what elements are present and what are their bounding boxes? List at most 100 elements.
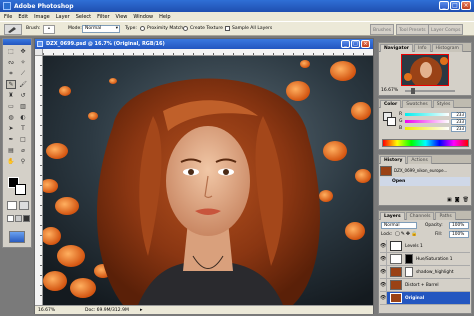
tab-history[interactable]: History [380,156,407,164]
color-background-swatch[interactable] [387,117,396,126]
vertical-ruler[interactable] [35,56,43,305]
zoom-level[interactable]: 16.67% [38,308,55,313]
blend-mode-select[interactable]: Normal [381,222,417,229]
mode-select[interactable]: Normal ▾ [82,25,120,33]
lasso-tool-icon[interactable]: ᔓ [6,58,16,67]
history-item-open[interactable]: Open [380,177,470,186]
gradient-tool-icon[interactable]: ▥ [18,102,28,111]
screen-mode-standard-icon[interactable] [7,215,14,222]
tab-swatches[interactable]: Swatches [402,100,432,108]
minimize-button[interactable]: _ [439,1,449,10]
menu-window[interactable]: Window [133,14,153,20]
status-menu-arrow-icon[interactable]: ▸ [140,306,143,315]
crop-tool-icon[interactable]: ⌗ [6,69,16,78]
fill-field[interactable]: 100% [449,231,469,238]
maximize-button[interactable]: □ [450,1,460,10]
zoom-tool-icon[interactable]: ⚲ [18,157,28,166]
opacity-field[interactable]: 100% [449,222,469,229]
screen-mode-full-menu-icon[interactable] [15,215,22,222]
tab-histogram[interactable]: Histogram [431,44,463,52]
eyedropper-tool-icon[interactable]: ⌀ [18,146,28,155]
menu-file[interactable]: File [4,14,12,20]
visibility-eye-icon[interactable]: 👁 [380,253,387,265]
tab-paths[interactable]: Paths [435,212,456,220]
green-value[interactable]: 233 [451,118,466,125]
red-value[interactable]: 233 [451,111,466,118]
history-snapshot-row[interactable]: DZX_0699_nikon_europe... [380,165,470,176]
move-tool-icon[interactable]: ✥ [18,47,28,56]
new-document-icon[interactable]: ▣ [447,197,452,205]
menu-filter[interactable]: Filter [97,14,109,20]
magic-wand-tool-icon[interactable]: ✧ [18,58,28,67]
jump-to-imageready-icon[interactable] [9,231,25,243]
green-slider[interactable] [405,120,449,123]
navigator-zoom[interactable]: 16.67% [381,88,398,93]
menu-image[interactable]: Image [34,14,50,20]
slice-tool-icon[interactable]: ⟋ [18,69,28,78]
layer-row[interactable]: 👁 shadow_highlight [380,266,470,279]
visibility-eye-icon[interactable]: 👁 [380,266,387,278]
well-tab-layer-comps[interactable]: Layer Comps [428,24,464,35]
visibility-eye-icon[interactable]: 👁 [380,240,387,252]
notes-tool-icon[interactable]: ▤ [6,146,16,155]
path-selection-tool-icon[interactable]: ➤ [6,124,16,133]
standard-mode-icon[interactable] [7,201,17,210]
quick-mask-mode-icon[interactable] [19,201,29,210]
navigator-preview[interactable] [401,54,449,86]
tab-layers[interactable]: Layers [380,212,405,220]
healing-brush-tool-icon[interactable]: ✎ [6,80,16,89]
tab-navigator[interactable]: Navigator [380,44,413,52]
menu-layer[interactable]: Layer [56,14,70,20]
visibility-eye-icon[interactable]: 👁 [380,292,387,304]
ruler-origin[interactable] [35,49,43,56]
close-button[interactable]: × [461,1,471,10]
tab-color[interactable]: Color [380,100,402,108]
shape-tool-icon[interactable]: □ [18,135,28,144]
well-tab-brushes[interactable]: Brushes [370,24,395,35]
menu-help[interactable]: Help [159,14,170,20]
blue-value[interactable]: 233 [451,125,466,132]
well-tab-tool-presets[interactable]: Tool Presets [396,24,429,35]
hand-tool-icon[interactable]: ✋ [6,157,16,166]
layer-row[interactable]: 👁 Levels 1 [380,240,470,253]
layer-row[interactable]: 👁 Distort + Barrel [380,279,470,292]
visibility-eye-icon[interactable]: 👁 [380,279,387,291]
background-color-swatch[interactable] [15,184,26,195]
tab-info[interactable]: Info [414,44,431,52]
tab-actions[interactable]: Actions [407,156,432,164]
tab-channels[interactable]: Channels [405,212,435,220]
horizontal-ruler[interactable] [43,49,373,56]
marquee-tool-icon[interactable]: ⬚ [6,47,16,56]
menu-edit[interactable]: Edit [18,14,28,20]
dodge-tool-icon[interactable]: ◐ [18,113,28,122]
blue-slider[interactable] [405,127,449,130]
color-ramp[interactable] [382,139,469,147]
red-slider[interactable] [405,113,449,116]
doc-minimize-button[interactable]: _ [341,40,350,48]
doc-maximize-button[interactable]: □ [351,40,360,48]
brush-tool-icon[interactable]: 🖌 [18,80,28,89]
image-canvas[interactable] [43,56,373,305]
layer-row-selected[interactable]: 👁 Original [380,292,470,305]
eraser-tool-icon[interactable]: ▭ [6,102,16,111]
type-tool-icon[interactable]: T [18,124,28,133]
tab-styles[interactable]: Styles [432,100,455,108]
pen-tool-icon[interactable]: ✒ [6,135,16,144]
sample-all-layers-checkbox[interactable] [225,26,230,31]
menu-view[interactable]: View [116,14,128,20]
clone-stamp-tool-icon[interactable]: ♜ [6,91,16,100]
navigator-zoom-thumb[interactable] [411,88,415,94]
tool-preset-picker[interactable] [4,24,22,35]
brush-picker[interactable]: • [43,25,55,34]
lock-icons[interactable]: ▢✎✥🔒 [395,231,418,237]
history-brush-tool-icon[interactable]: ↺ [18,91,28,100]
proximity-match-radio[interactable] [140,26,145,31]
layer-row[interactable]: 👁 Hue/Saturation 1 [380,253,470,266]
create-texture-radio[interactable] [183,26,188,31]
blur-tool-icon[interactable]: ◍ [6,113,16,122]
menu-select[interactable]: Select [76,14,91,20]
new-snapshot-icon[interactable]: ◙ [455,197,460,205]
screen-mode-full-icon[interactable] [23,215,30,222]
trash-icon[interactable]: 🗑 [463,197,469,205]
doc-close-button[interactable]: × [361,40,370,48]
